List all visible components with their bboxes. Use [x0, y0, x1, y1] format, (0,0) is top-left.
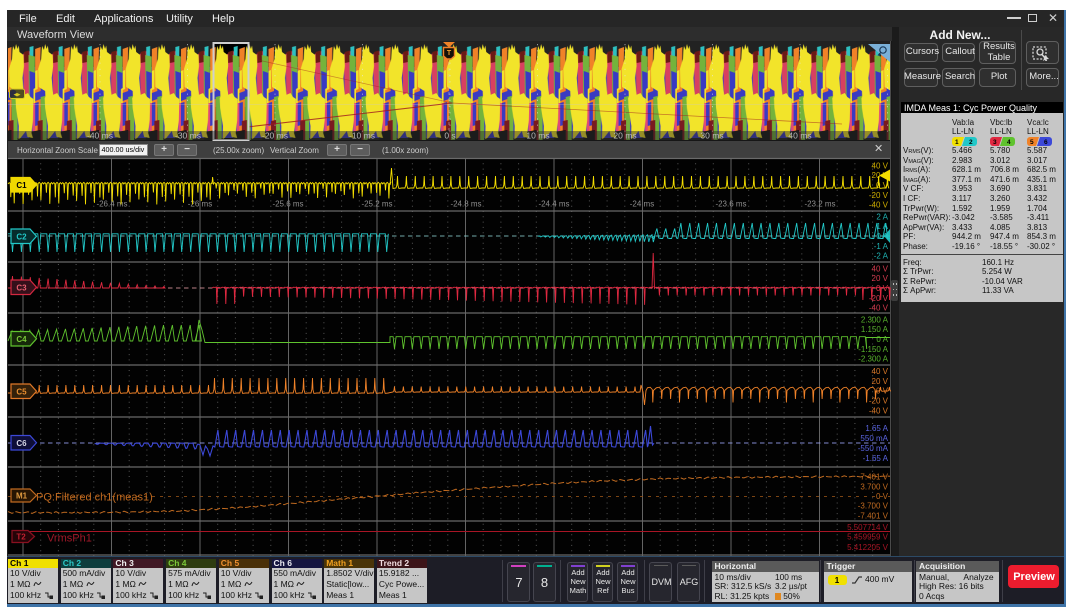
- svg-text:20 V: 20 V: [872, 377, 889, 386]
- svg-text:550 mA: 550 mA: [860, 434, 888, 443]
- svg-text:0 A: 0 A: [876, 335, 888, 344]
- svg-text:-20 V: -20 V: [869, 191, 889, 200]
- svg-text:-26 ms: -26 ms: [188, 200, 212, 209]
- svg-text:40 V: 40 V: [872, 367, 889, 376]
- svg-text:-24 ms: -24 ms: [630, 200, 654, 209]
- svg-text:C2: C2: [16, 232, 27, 241]
- svg-text:10 ms: 10 ms: [526, 131, 549, 141]
- svg-text:C4: C4: [16, 335, 27, 344]
- svg-text:40 V: 40 V: [872, 161, 889, 170]
- svg-text:M1: M1: [16, 492, 28, 501]
- svg-text:T2: T2: [16, 533, 26, 542]
- svg-text:-3.700 V: -3.700 V: [858, 502, 889, 511]
- svg-text:-24.4 ms: -24.4 ms: [538, 200, 569, 209]
- svg-text:2 A: 2 A: [876, 212, 888, 221]
- svg-text:-40 V: -40 V: [869, 201, 889, 210]
- svg-text:-1.150 A: -1.150 A: [858, 345, 888, 354]
- svg-text:0 s: 0 s: [444, 131, 455, 141]
- svg-text:20 ms: 20 ms: [613, 131, 636, 141]
- svg-text:T: T: [447, 50, 452, 57]
- svg-text:1.150 A: 1.150 A: [861, 325, 889, 334]
- svg-text:30 ms: 30 ms: [700, 131, 723, 141]
- svg-text:C3: C3: [16, 283, 27, 292]
- svg-text:-1 A: -1 A: [874, 242, 889, 251]
- svg-text:-2 A: -2 A: [874, 252, 889, 261]
- svg-text:-25.6 ms: -25.6 ms: [272, 200, 303, 209]
- svg-text:-2.300 A: -2.300 A: [858, 355, 888, 364]
- svg-text:C1: C1: [16, 181, 27, 190]
- svg-text:2.300 A: 2.300 A: [861, 315, 889, 324]
- svg-text:-1.65 A: -1.65 A: [863, 454, 889, 463]
- svg-text:5.507714 V: 5.507714 V: [847, 523, 889, 532]
- svg-text:-40 ms: -40 ms: [87, 131, 113, 141]
- svg-text:0 V: 0 V: [876, 284, 889, 293]
- svg-text:40 ms: 40 ms: [788, 131, 811, 141]
- svg-text:-24.8 ms: -24.8 ms: [450, 200, 481, 209]
- svg-text:-23.2 ms: -23.2 ms: [804, 200, 835, 209]
- svg-text:-40 V: -40 V: [869, 406, 889, 415]
- svg-text:0 V: 0 V: [876, 492, 889, 501]
- svg-text:7.401 V: 7.401 V: [860, 473, 888, 482]
- svg-text:PQ:Filtered ch1(meas1): PQ:Filtered ch1(meas1): [36, 492, 153, 504]
- svg-text:VrmsPh1: VrmsPh1: [47, 533, 92, 545]
- svg-text:40 V: 40 V: [872, 264, 889, 273]
- svg-text:-7.401 V: -7.401 V: [858, 511, 889, 520]
- svg-text:-30 ms: -30 ms: [175, 131, 201, 141]
- svg-text:5.412205 V: 5.412205 V: [847, 543, 889, 552]
- svg-text:C6: C6: [16, 439, 27, 448]
- svg-text:-40 V: -40 V: [869, 304, 889, 313]
- svg-text:3.700 V: 3.700 V: [860, 482, 888, 491]
- svg-text:-23.6 ms: -23.6 ms: [715, 200, 746, 209]
- svg-text:◂▸: ◂▸: [13, 92, 21, 99]
- svg-text:-20 ms: -20 ms: [262, 131, 288, 141]
- svg-text:5.459959 V: 5.459959 V: [847, 533, 889, 542]
- svg-text:20 V: 20 V: [872, 274, 889, 283]
- svg-text:1.65 A: 1.65 A: [865, 424, 888, 433]
- svg-text:-10 ms: -10 ms: [349, 131, 375, 141]
- svg-text:-20 V: -20 V: [869, 397, 889, 406]
- svg-text:-550 mA: -550 mA: [858, 444, 889, 453]
- svg-text:-25.2 ms: -25.2 ms: [361, 200, 392, 209]
- svg-text:C5: C5: [16, 387, 27, 396]
